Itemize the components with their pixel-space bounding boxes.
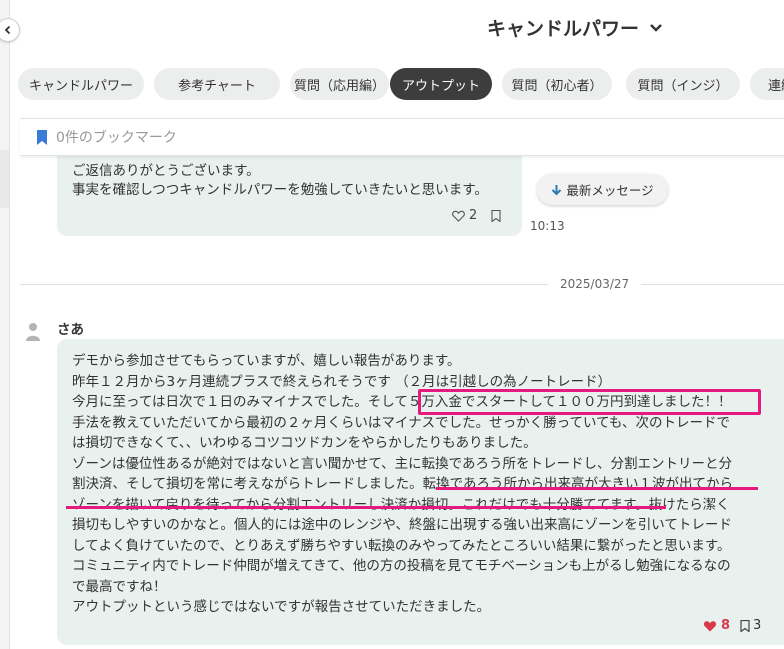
message-line: 割決済、そして損切を常に考えながらトレードしました。転換であろう所から出来高が大…	[72, 476, 733, 492]
message-bubble: デモから参加させてもらっていますが、嬉しい報告があります。 昨年１２月から3ヶ月…	[57, 339, 784, 645]
message-line: アウトプットという感じではないですが報告させていただきました。	[72, 599, 491, 615]
chevron-down-icon	[650, 23, 662, 32]
message-line: 手法を教えていただいてから最初の２ヶ月くらいはマイナスでした。せっかく勝っていて…	[72, 414, 730, 431]
highlight-underline	[436, 487, 758, 490]
tab-reference-chart[interactable]: 参考チャート	[154, 68, 280, 100]
channel-title-text: キャンドルパワー	[487, 18, 640, 40]
latest-message-button[interactable]: 最新メッセージ	[537, 174, 668, 205]
bookmark-count: 3	[753, 618, 762, 633]
message-line: してよく負けていたので、とりあえず勝ちやすい転換のみやってみたところいい結果に繋…	[72, 537, 731, 554]
message-time: 10:13	[530, 219, 565, 233]
message-line: ゾーンは優位性あるが絶対ではないと言い聞かせて、主に転換であろう所をトレードし、…	[72, 455, 733, 472]
tab-question-indicator[interactable]: 質問（インジ）	[626, 68, 740, 100]
tab-output[interactable]: アウトプット	[390, 68, 492, 100]
bookmark-bar[interactable]: 0件のブックマーク	[20, 118, 784, 156]
bookmark-count: 0件のブックマーク	[56, 130, 177, 146]
heart-outline-icon	[452, 210, 465, 222]
highlight-box	[418, 389, 761, 415]
message-line: コミュニティ内でトレード仲間が増えてきて、他の方の投稿を見てモチベーションも上が…	[72, 558, 731, 574]
latest-message-label: 最新メッセージ	[566, 183, 654, 198]
arrow-down-icon	[552, 184, 562, 195]
like-button[interactable]: 8	[703, 618, 730, 633]
message-line: 損切もしやすいのかなと。個人的には途中のレンジや、終盤に出現する強い出来高にゾー…	[72, 517, 732, 533]
bookmark-button[interactable]: 3	[740, 618, 761, 633]
tab-candlepower[interactable]: キャンドルパワー	[18, 68, 144, 100]
message-body: ご返信ありがとうございます。 事実を確認しつつキャンドルパワーを勉強していきたい…	[72, 162, 488, 200]
heart-filled-icon	[703, 620, 717, 631]
bookmark-outline-icon	[740, 619, 750, 632]
message-line: ゾーンを描いて戻りを待ってから分割エントリーし決済か損切。これだけでも十分勝てて…	[72, 496, 730, 513]
message-line: は損切できなくて、、いわゆるコツコツドカンをやらかしたりもありました。	[72, 435, 537, 451]
left-rail-stub	[0, 150, 9, 208]
like-count: 8	[721, 618, 731, 633]
bookmark-icon	[37, 129, 47, 145]
bookmark-outline-icon[interactable]	[491, 210, 501, 222]
date-divider	[20, 284, 784, 285]
chevron-left-icon	[4, 25, 11, 35]
tab-more[interactable]: 連続	[750, 68, 784, 100]
like-count: 2	[469, 208, 478, 223]
author-name[interactable]: さあ	[57, 318, 84, 338]
date-label: 2025/03/27	[548, 277, 642, 291]
like-button[interactable]: 2	[452, 208, 477, 223]
channel-title[interactable]: キャンドルパワー	[487, 14, 663, 41]
message-line: 事実を確認しつつキャンドルパワーを勉強していきたいと思います。	[72, 182, 488, 198]
left-rail	[0, 0, 10, 649]
highlight-underline	[66, 506, 666, 509]
tab-question-beginner[interactable]: 質問（初心者）	[502, 68, 612, 100]
channel-tabs: キャンドルパワー 参考チャート 質問（応用編） アウトプット 質問（初心者） 質…	[18, 68, 784, 102]
message-line: デモから参加させてもらっていますが、嬉しい報告があります。	[72, 353, 461, 369]
collapse-sidebar-button[interactable]	[0, 18, 20, 42]
message-line: で最高ですね！	[72, 578, 167, 595]
message-line: ご返信ありがとうございます。	[72, 163, 260, 179]
tab-question-advanced[interactable]: 質問（応用編）	[290, 68, 389, 100]
avatar-icon[interactable]	[25, 322, 41, 342]
